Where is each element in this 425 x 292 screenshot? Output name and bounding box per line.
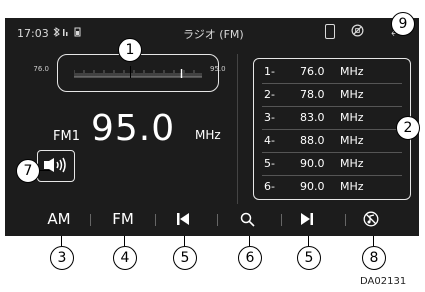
- phone-icon[interactable]: [325, 24, 335, 39]
- preset-unit: MHz: [340, 88, 364, 101]
- tuner-low-label: 76.0: [33, 65, 49, 73]
- tuner-ticks: [74, 69, 202, 78]
- callout-5: 5: [297, 246, 321, 270]
- preset-5[interactable]: 5- 90.0 MHz: [262, 155, 402, 173]
- speaker-icon: [44, 157, 66, 173]
- search-button[interactable]: [227, 204, 267, 236]
- preset-number: 3-: [264, 111, 275, 124]
- leader-line: [124, 236, 125, 246]
- leader-line: [184, 236, 185, 246]
- tuner-high-label: 95.0: [210, 65, 226, 73]
- signal-icon: [63, 29, 65, 36]
- am-button[interactable]: AM: [39, 204, 79, 236]
- mute-notification-icon[interactable]: [351, 24, 364, 37]
- preset-divider: [262, 106, 402, 107]
- callout-9: 9: [391, 12, 415, 36]
- screen-title: ラジオ (FM): [183, 28, 244, 41]
- preset-number: 4-: [264, 134, 275, 147]
- music-off-icon: [363, 211, 379, 227]
- band-label: FM1: [53, 129, 80, 144]
- preset-divider: [262, 83, 402, 84]
- preset-2[interactable]: 2- 78.0 MHz: [262, 86, 402, 104]
- preset-frequency: 88.0: [300, 134, 325, 147]
- preset-frequency: 90.0: [300, 157, 325, 170]
- preset-3[interactable]: 3- 83.0 MHz: [262, 109, 402, 127]
- preset-unit: MHz: [340, 180, 364, 193]
- leader-line: [308, 236, 309, 246]
- preset-frequency: 83.0: [300, 111, 325, 124]
- callout-5: 5: [173, 246, 197, 270]
- frequency-display: 95.0: [91, 108, 176, 149]
- separator: [281, 214, 282, 226]
- search-icon: [240, 212, 255, 227]
- preset-divider: [262, 175, 402, 176]
- preset-1[interactable]: 1- 76.0 MHz: [262, 63, 402, 81]
- preset-frequency: 78.0: [300, 88, 325, 101]
- preset-number: 6-: [264, 180, 275, 193]
- separator: [155, 214, 156, 226]
- preset-number: 5-: [264, 157, 275, 170]
- preset-divider: [262, 152, 402, 153]
- skip-previous-icon: [177, 213, 189, 225]
- seek-up-button[interactable]: [287, 204, 327, 236]
- status-icons: [53, 27, 81, 37]
- separator: [217, 214, 218, 226]
- leader-line: [249, 236, 250, 246]
- leader-line: [130, 66, 131, 78]
- figure-code: DA02131: [360, 276, 407, 287]
- clock: 17:03: [17, 27, 49, 40]
- sound-settings-button[interactable]: [37, 150, 75, 182]
- seek-down-button[interactable]: [163, 204, 203, 236]
- preset-number: 1-: [264, 65, 275, 78]
- preset-4[interactable]: 4- 88.0 MHz: [262, 132, 402, 150]
- frequency-unit: MHz: [195, 128, 221, 142]
- preset-unit: MHz: [340, 134, 364, 147]
- preset-unit: MHz: [340, 65, 364, 78]
- preset-6[interactable]: 6- 90.0 MHz: [262, 178, 402, 196]
- leader-line: [373, 236, 374, 246]
- leader-line: [61, 236, 62, 246]
- tuner-scale[interactable]: 76.0 95.0: [33, 54, 226, 92]
- preset-frequency: 76.0: [300, 65, 325, 78]
- callout-3: 3: [50, 246, 74, 270]
- preset-unit: MHz: [340, 157, 364, 170]
- skip-next-icon: [301, 213, 313, 225]
- callout-2: 2: [396, 116, 420, 140]
- preset-divider: [262, 129, 402, 130]
- bottom-control-bar: AM FM: [5, 204, 419, 236]
- audio-off-button[interactable]: [351, 204, 391, 236]
- callout-7: 7: [16, 159, 40, 183]
- status-bar: 17:03 ラジオ (FM) ⤶: [5, 18, 419, 46]
- presets-divider: [237, 54, 238, 204]
- preset-frequency: 90.0: [300, 180, 325, 193]
- fm-button[interactable]: FM: [103, 204, 143, 236]
- preset-number: 2-: [264, 88, 275, 101]
- callout-4: 4: [113, 246, 137, 270]
- callout-6: 6: [238, 246, 262, 270]
- preset-unit: MHz: [340, 111, 364, 124]
- separator: [90, 214, 91, 226]
- separator: [345, 214, 346, 226]
- radio-screen: 17:03 ラジオ (FM) ⤶ 76.0 95.0: [5, 18, 419, 236]
- callout-8: 8: [362, 246, 386, 270]
- bluetooth-icon: [53, 27, 60, 37]
- preset-list: 1- 76.0 MHz 2- 78.0 MHz 3- 83.0 MHz 4- 8…: [253, 58, 411, 200]
- callout-1: 1: [118, 38, 142, 62]
- figure-frame: 17:03 ラジオ (FM) ⤶ 76.0 95.0: [0, 0, 425, 292]
